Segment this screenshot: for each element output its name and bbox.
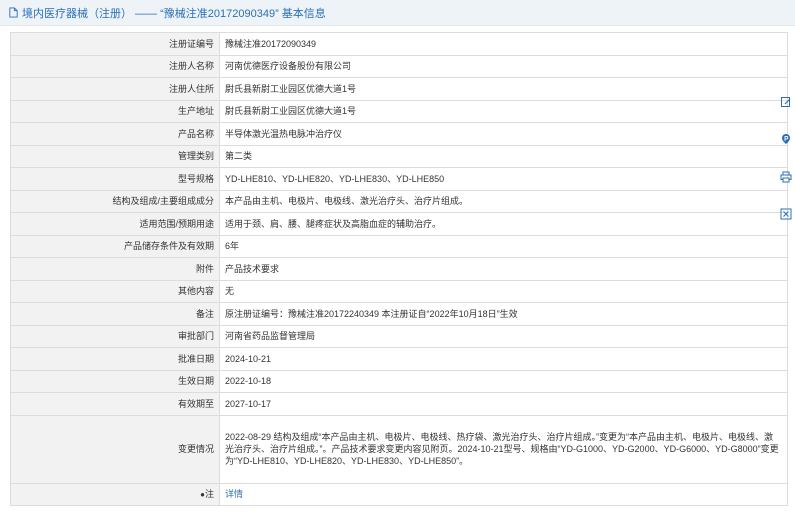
field-label: 附件 (10, 257, 220, 281)
field-label: 注 (204, 488, 214, 499)
field-label: 生效日期 (10, 369, 220, 393)
field-value: 本产品由主机、电极片、电极线、激光治疗头、治疗片组成。 (219, 189, 788, 213)
registration-info-table: 注册证编号 豫械注准20172090349 注册人名称 河南优德医疗设备股份有限公司… (10, 32, 788, 506)
note-label: ●注 (10, 482, 220, 506)
field-label: 审批部门 (10, 324, 220, 348)
table-row: 变更情况 2022-08-29 结构及组成“本产品由主机、电极片、电极线、热疗袋、… (10, 414, 788, 484)
field-label: 管理类别 (10, 144, 220, 168)
table-row: 其他内容无 (10, 279, 788, 303)
field-label: 批准日期 (10, 347, 220, 371)
field-label: 型号规格 (10, 167, 220, 191)
table-row: 产品储存条件及有效期 6年 (10, 234, 788, 258)
table-row: 备注 原注册证编号：豫械注准20172240349 本注册证自“2022年10月1… (10, 302, 788, 326)
field-value: 尉氏县新尉工业园区优德大道1号 (219, 77, 788, 101)
table-row: 附件 产品技术要求 (10, 257, 788, 281)
table-row: 管理类别 第二类 (10, 144, 788, 168)
field-label: 注册人名称 (10, 54, 220, 78)
field-label: 变更情况 (10, 414, 220, 484)
print-icon (780, 171, 792, 183)
field-value: 尉氏县新尉工业园区优德大道1号 (219, 99, 788, 123)
field-label: 其他内容 (10, 279, 220, 303)
document-icon (9, 7, 18, 18)
field-value: 豫械注准20172090349 (219, 32, 788, 56)
table-row: 型号规格 YD-LHE810、YD-LHE820、YD-LHE830、YD-LHE… (10, 167, 788, 191)
table-row: 审批部门 河南省药品监督管理局 (10, 324, 788, 348)
field-label: 注册证编号 (10, 32, 220, 56)
field-label: 适用范围/预期用途 (10, 212, 220, 236)
table-row: 注册人住所 尉氏县新尉工业园区优德大道1号 (10, 77, 788, 101)
field-value: 适用于颈、肩、腰、腿疼症状及高脂血症的辅助治疗。 (219, 212, 788, 236)
table-row: ●注 详情 (10, 482, 788, 506)
edit-button[interactable] (778, 94, 794, 110)
field-value: 产品技术要求 (219, 257, 788, 281)
table-row: 适用范围/预期用途 适用于颈、肩、腰、腿疼症状及高脂血症的辅助治疗。 (10, 212, 788, 236)
page-header: 境内医疗器械（注册） —— “豫械注准20172090349” 基本信息 (0, 0, 795, 26)
field-label: 生产地址 (10, 99, 220, 123)
field-value: 无 (219, 279, 788, 303)
table-row: 有效期至 2027-10-17 (10, 392, 788, 416)
field-value: 原注册证编号：豫械注准20172240349 本注册证自“2022年10月18日… (219, 302, 788, 326)
close-icon (780, 208, 792, 220)
close-button[interactable] (778, 206, 794, 222)
field-value: 6年 (219, 234, 788, 258)
field-label: 备注 (10, 302, 220, 326)
field-label: 产品储存条件及有效期 (10, 234, 220, 258)
field-label: 有效期至 (10, 392, 220, 416)
details-link[interactable]: 详情 (225, 489, 243, 499)
table-row: 注册证编号 豫械注准20172090349 (10, 32, 788, 56)
table-row: 生产地址 尉氏县新尉工业园区优德大道1号 (10, 99, 788, 123)
field-value: 2022-10-18 (219, 369, 788, 393)
feedback-icon (782, 134, 790, 145)
field-value: YD-LHE810、YD-LHE820、YD-LHE830、YD-LHE850 (219, 167, 788, 191)
print-button[interactable] (778, 169, 794, 185)
field-value: 详情 (219, 482, 788, 506)
table-row: 批准日期 2024-10-21 (10, 347, 788, 371)
field-value: 河南省药品监督管理局 (219, 324, 788, 348)
table-row: 产品名称 半导体激光温热电脉冲治疗仪 (10, 122, 788, 146)
field-label: 注册人住所 (10, 77, 220, 101)
field-value: 河南优德医疗设备股份有限公司 (219, 54, 788, 78)
table-row: 生效日期 2022-10-18 (10, 369, 788, 393)
field-value: 第二类 (219, 144, 788, 168)
field-value: 2024-10-21 (219, 347, 788, 371)
table-row: 结构及组成/主要组成成分 本产品由主机、电极片、电极线、激光治疗头、治疗片组成。 (10, 189, 788, 213)
field-label: 产品名称 (10, 122, 220, 146)
feedback-button[interactable] (778, 131, 794, 147)
table-row: 注册人名称 河南优德医疗设备股份有限公司 (10, 54, 788, 78)
side-toolbar (777, 94, 795, 222)
page-title: 境内医疗器械（注册） —— “豫械注准20172090349” 基本信息 (22, 7, 326, 20)
field-label: 结构及组成/主要组成成分 (10, 189, 220, 213)
field-value: 半导体激光温热电脉冲治疗仪 (219, 122, 788, 146)
change-history-value: 2022-08-29 结构及组成“本产品由主机、电极片、电极线、热疗袋、激光治疗… (219, 414, 788, 484)
edit-icon (781, 97, 791, 107)
field-value: 2027-10-17 (219, 392, 788, 416)
